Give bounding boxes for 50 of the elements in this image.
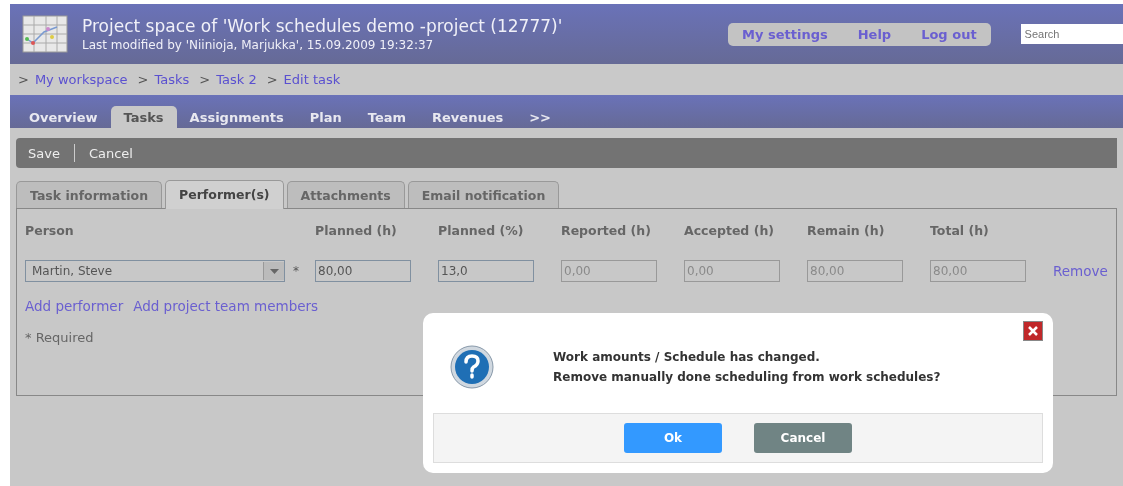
project-title: Project space of 'Work schedules demo -project (12777)' — [82, 16, 564, 36]
remove-link[interactable]: Remove — [1053, 263, 1108, 279]
hours-field[interactable]: 13,0 — [438, 260, 534, 282]
last-modified-text: Last modified by 'Niinioja, Marjukka', 15.09.2009 19:32:37 — [82, 38, 435, 52]
breadcrumb-link[interactable]: Tasks — [154, 72, 190, 87]
section-tab[interactable]: Email notification — [407, 181, 560, 208]
section-tab[interactable]: Performer(s) — [165, 180, 284, 209]
search-field[interactable]: Search — [1020, 24, 1123, 44]
breadcrumb-separator: > — [18, 72, 29, 87]
dialog-button[interactable]: Cancel — [754, 423, 852, 453]
add-link[interactable]: Add performer — [25, 298, 124, 314]
breadcrumb-separator: > — [137, 72, 149, 87]
nav-tab[interactable]: Team — [354, 106, 420, 128]
column-header: Remain (h) — [807, 223, 886, 238]
header-link[interactable]: My settings — [742, 26, 828, 42]
required-note: * Required — [25, 330, 94, 345]
column-header: Person — [25, 223, 75, 238]
required-mark: * — [293, 264, 299, 278]
nav-tab[interactable]: >> — [516, 106, 564, 128]
column-header: Planned (%) — [438, 223, 525, 238]
nav-tab[interactable]: Tasks — [110, 106, 177, 128]
column-header: Total (h) — [930, 223, 990, 238]
nav-tab[interactable]: Revenues — [419, 106, 517, 128]
breadcrumb-link[interactable]: Edit task — [283, 72, 341, 87]
question-icon — [449, 344, 495, 390]
header-link[interactable]: Help — [857, 26, 892, 42]
breadcrumb-link[interactable]: My workspace — [34, 72, 128, 87]
section-tab[interactable]: Attachments — [286, 181, 405, 208]
dialog-message: Work amounts / Schedule has changed. — [553, 349, 821, 366]
column-header: Planned (h) — [315, 223, 398, 238]
person-dropdown[interactable]: Martin, Steve — [25, 260, 285, 282]
breadcrumb-separator: > — [199, 72, 211, 87]
header-link[interactable]: Log out — [921, 26, 977, 42]
toolbar-button[interactable]: Cancel — [82, 145, 139, 161]
nav-tab[interactable]: Assignments — [176, 106, 297, 128]
dialog-button[interactable]: Ok — [624, 423, 722, 453]
close-icon[interactable] — [1023, 321, 1043, 341]
section-tab[interactable]: Task information — [16, 181, 163, 208]
breadcrumb-separator: > — [266, 72, 278, 87]
nav-tab[interactable]: Plan — [296, 106, 355, 128]
hours-field[interactable]: 80,00 — [315, 260, 411, 282]
column-header: Reported (h) — [561, 223, 652, 238]
add-link[interactable]: Add project team members — [133, 298, 319, 314]
toolbar-button[interactable]: Save — [22, 145, 66, 161]
column-header: Accepted (h) — [684, 223, 775, 238]
dialog-message: Remove manually done scheduling from work schedules? — [553, 369, 941, 386]
chart-icon — [22, 15, 68, 53]
caret-icon — [269, 268, 279, 274]
breadcrumb-link[interactable]: Task 2 — [216, 72, 257, 87]
nav-tab[interactable]: Overview — [16, 106, 111, 128]
